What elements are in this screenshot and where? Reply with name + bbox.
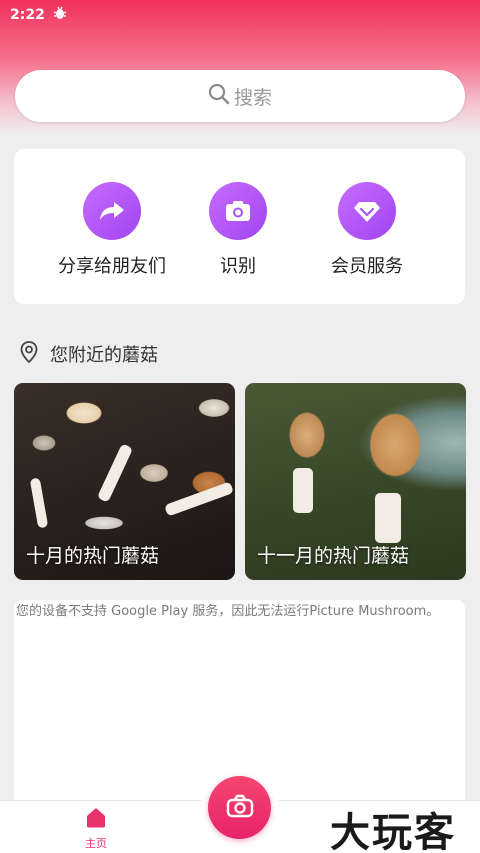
home-icon [84, 806, 108, 832]
mushroom-stem [164, 481, 234, 517]
status-bar: 2:22 [0, 0, 480, 30]
membership-action-label: 会员服务 [331, 256, 403, 277]
tile-caption: 十一月的热门蘑菇 [257, 545, 410, 567]
camera-icon [224, 790, 256, 826]
status-time: 2:22 [10, 7, 45, 23]
mushroom-stem [29, 477, 49, 529]
nav-home-label: 主页 [85, 837, 107, 850]
unsupported-device-message: 您的设备不支持 Google Play 服务，因此无法运行Picture Mus… [16, 604, 440, 619]
search-bar[interactable]: 搜索 [15, 70, 465, 122]
november-mushrooms-tile[interactable]: 十一月的热门蘑菇 [245, 383, 466, 580]
nearby-title: 您附近的蘑菇 [50, 345, 158, 366]
quick-actions-card: 分享给朋友们 识别 会员服务 [14, 149, 465, 304]
nav-home-tab[interactable]: 主页 [78, 806, 114, 851]
membership-action-button[interactable]: 会员服务 [297, 182, 437, 278]
bug-icon [53, 6, 67, 24]
search-icon [208, 83, 234, 109]
identify-action-button[interactable]: 识别 [168, 182, 308, 278]
nearby-section-header: 您附近的蘑菇 [17, 340, 158, 368]
identify-action-label: 识别 [220, 256, 256, 277]
mushroom-stem [96, 443, 134, 503]
share-action-label: 分享给朋友们 [58, 256, 166, 277]
october-mushrooms-tile[interactable]: 十月的热门蘑菇 [14, 383, 235, 580]
camera-capture-button[interactable] [208, 776, 271, 839]
location-pin-icon [17, 340, 41, 368]
search-placeholder: 搜索 [233, 86, 272, 109]
diamond-icon [338, 182, 396, 240]
morel-stem [375, 493, 401, 543]
watermark-logo: 大玩客 [330, 810, 456, 853]
camera-icon [209, 182, 267, 240]
share-action-button[interactable]: 分享给朋友们 [42, 182, 182, 278]
share-arrow-icon [83, 182, 141, 240]
morel-stem [293, 468, 313, 513]
tile-caption: 十月的热门蘑菇 [26, 545, 160, 567]
